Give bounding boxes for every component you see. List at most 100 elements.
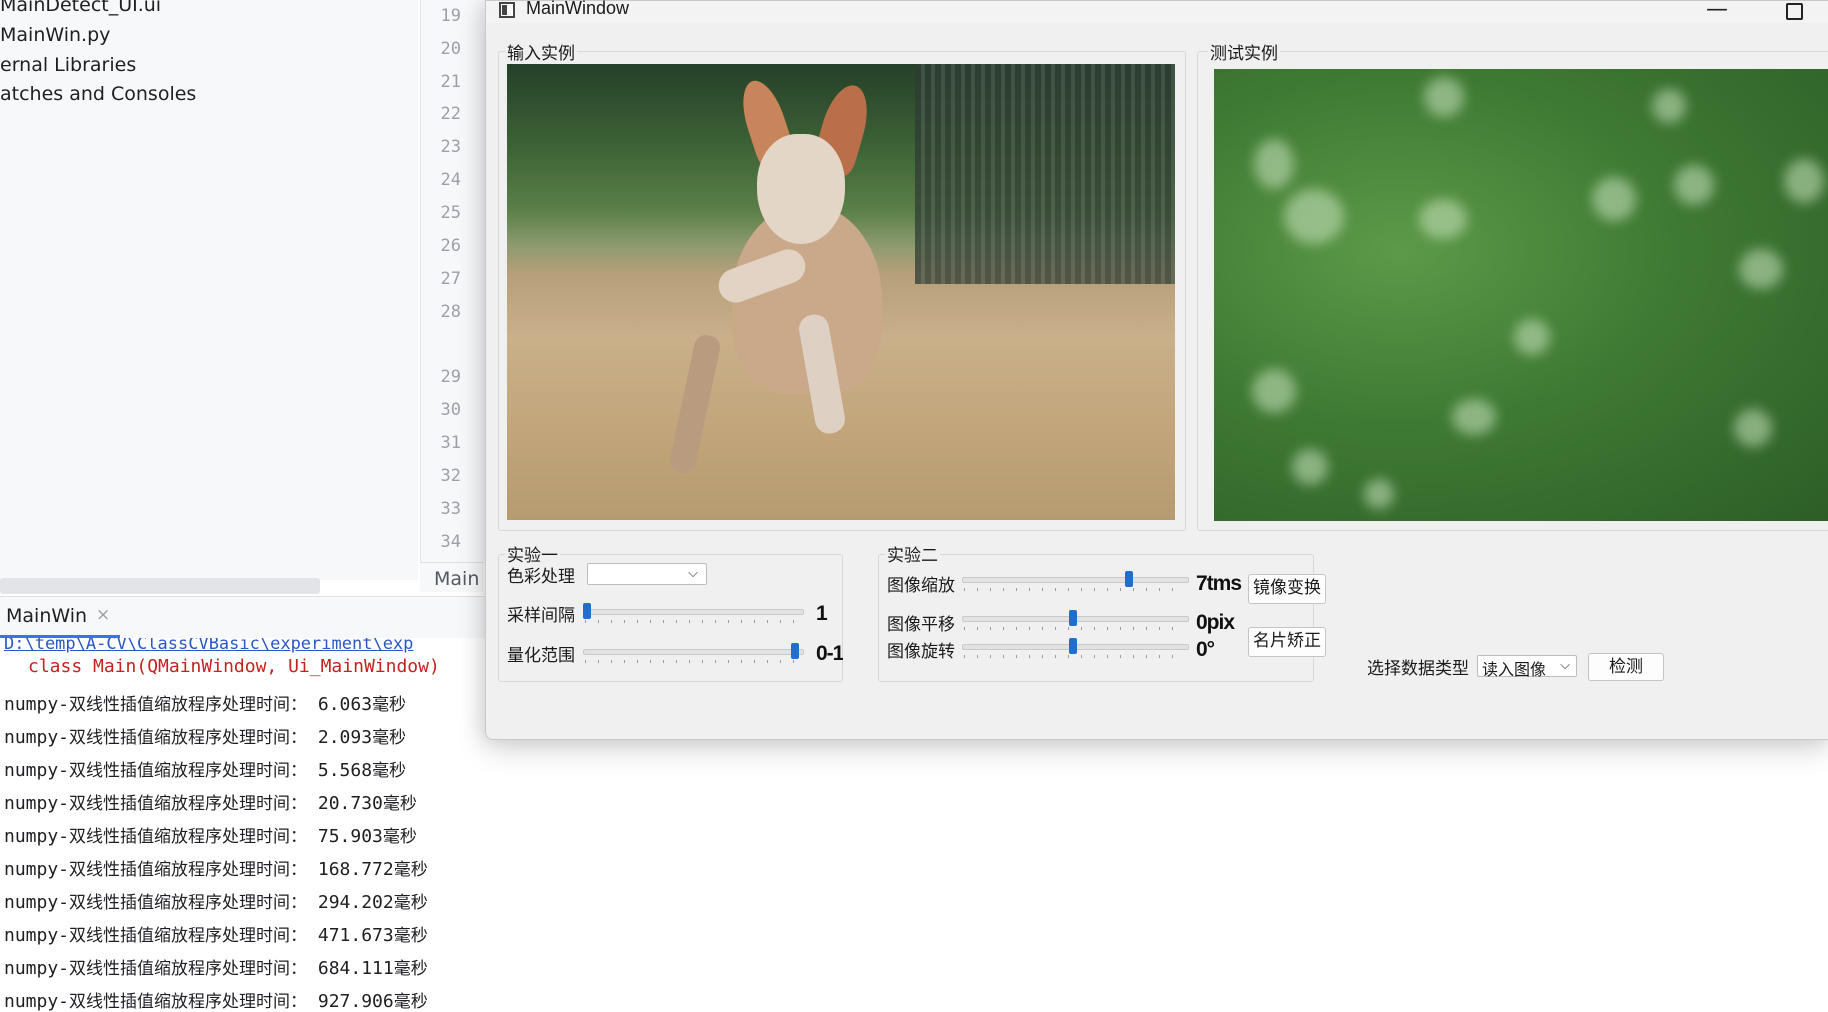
- mirror-transform-button[interactable]: 镜像变换: [1248, 574, 1326, 604]
- scale-slider-ticks: [964, 588, 1185, 591]
- scale-value: 7tms: [1196, 572, 1242, 595]
- editor-breadcrumb[interactable]: Main: [420, 562, 484, 592]
- log-timing-value: 20.730: [307, 793, 383, 814]
- console-error-line: class Main(QMainWindow, Ui_MainWindow): [28, 656, 440, 677]
- log-prefix: numpy-: [4, 793, 70, 814]
- rotate-slider-handle[interactable]: [1069, 638, 1077, 654]
- log-timing-value: 294.202: [307, 892, 394, 913]
- log-unit: 毫秒: [372, 761, 407, 781]
- sampling-slider-ticks: [585, 620, 800, 623]
- line-number: 27: [440, 269, 461, 289]
- log-timing-value: 6.063: [307, 694, 373, 715]
- translate-slider-handle[interactable]: [1069, 610, 1077, 626]
- log-prefix: numpy-: [4, 826, 70, 847]
- line-number: 30: [440, 400, 461, 420]
- log-unit: 毫秒: [393, 926, 428, 946]
- input-image: [507, 64, 1175, 520]
- line-number: 28: [440, 302, 461, 322]
- close-icon[interactable]: ×: [96, 605, 110, 625]
- maximize-icon[interactable]: [1786, 3, 1803, 20]
- line-number: 26: [440, 236, 461, 256]
- card-correction-button[interactable]: 名片矫正: [1248, 627, 1326, 657]
- line-number: 29: [440, 367, 461, 387]
- log-label: 双线性插值缩放程序处理时间：: [69, 926, 308, 946]
- run-tab-mainwin[interactable]: MainWin: [6, 605, 87, 627]
- log-prefix: numpy-: [4, 727, 70, 748]
- scale-slider-track[interactable]: [962, 577, 1189, 583]
- console-log-line: numpy-双线性插值缩放程序处理时间： 75.903毫秒: [4, 822, 417, 847]
- log-timing-value: 75.903: [307, 826, 383, 847]
- log-prefix: numpy-: [4, 991, 70, 1012]
- log-unit: 毫秒: [382, 827, 417, 847]
- log-label: 双线性插值缩放程序处理时间：: [69, 860, 308, 880]
- chevron-down-icon: ⌵: [1560, 658, 1570, 673]
- tree-item-mainwin-py[interactable]: MainWin.py: [0, 24, 110, 46]
- window-title: MainWindow: [526, 0, 630, 18]
- tree-item-ui-file[interactable]: MainDetect_UI.ui: [0, 0, 161, 16]
- sampling-slider-track[interactable]: [583, 609, 804, 615]
- log-label: 双线性插值缩放程序处理时间：: [69, 695, 308, 715]
- line-number: 25: [440, 203, 461, 223]
- log-timing-value: 5.568: [307, 760, 373, 781]
- line-number: 19: [440, 6, 461, 26]
- quantization-slider-handle[interactable]: [791, 643, 799, 659]
- log-label: 双线性插值缩放程序处理时间：: [69, 893, 308, 913]
- app-window-icon: [499, 2, 515, 18]
- sampling-slider-handle[interactable]: [583, 603, 591, 619]
- console-path-link[interactable]: D:\temp\A-CV\ClassCVBasic\experiment\exp: [4, 638, 413, 654]
- log-unit: 毫秒: [382, 794, 417, 814]
- line-number: 31: [440, 433, 461, 453]
- log-prefix: numpy-: [4, 694, 70, 715]
- console-log-line: numpy-双线性插值缩放程序处理时间： 168.772毫秒: [4, 855, 428, 880]
- log-unit: 毫秒: [393, 992, 428, 1012]
- console-log-line: numpy-双线性插值缩放程序处理时间： 927.906毫秒: [4, 987, 428, 1012]
- data-type-select[interactable]: 读入图像 ⌵: [1477, 655, 1577, 679]
- horizontal-scrollbar[interactable]: [0, 578, 320, 594]
- run-console: D:\temp\A-CV\ClassCVBasic\experiment\exp…: [0, 638, 490, 1012]
- tree-item-scratches-consoles[interactable]: atches and Consoles: [0, 83, 196, 105]
- log-prefix: numpy-: [4, 760, 70, 781]
- translate-value: 0pix: [1196, 611, 1235, 634]
- translate-slider-ticks: [964, 627, 1185, 630]
- scale-slider-handle[interactable]: [1124, 571, 1133, 587]
- line-number: 34: [440, 532, 461, 552]
- log-timing-value: 684.111: [307, 958, 394, 979]
- title-bar[interactable]: MainWindow —: [486, 0, 1828, 23]
- log-timing-value: 2.093: [307, 727, 373, 748]
- line-number: 24: [440, 170, 461, 190]
- log-unit: 毫秒: [393, 893, 428, 913]
- console-log-line: numpy-双线性插值缩放程序处理时间： 471.673毫秒: [4, 921, 428, 946]
- log-timing-value: 471.673: [307, 925, 394, 946]
- image-scale-label: 图像缩放: [887, 576, 955, 596]
- log-timing-value: 927.906: [307, 991, 394, 1012]
- quantization-slider-track[interactable]: [583, 649, 804, 655]
- log-label: 双线性插值缩放程序处理时间：: [69, 959, 308, 979]
- console-log-line: numpy-双线性插值缩放程序处理时间： 294.202毫秒: [4, 888, 428, 913]
- log-prefix: numpy-: [4, 925, 70, 946]
- log-label: 双线性插值缩放程序处理时间：: [69, 827, 308, 847]
- log-label: 双线性插值缩放程序处理时间：: [69, 761, 308, 781]
- log-unit: 毫秒: [393, 959, 428, 979]
- log-prefix: numpy-: [4, 958, 70, 979]
- sampling-interval-label: 采样间隔: [507, 606, 575, 626]
- image-translate-label: 图像平移: [887, 615, 955, 635]
- project-tree: MainDetect_UI.ui MainWin.py ernal Librar…: [0, 0, 418, 580]
- test-example-title: 测试实例: [1208, 39, 1280, 64]
- console-log-line: numpy-双线性插值缩放程序处理时间： 684.111毫秒: [4, 954, 428, 979]
- detect-button[interactable]: 检测: [1588, 653, 1664, 681]
- color-process-select[interactable]: ⌵: [587, 563, 707, 585]
- log-label: 双线性插值缩放程序处理时间：: [69, 728, 308, 748]
- minimize-icon[interactable]: —: [1706, 0, 1728, 22]
- console-log-line: numpy-双线性插值缩放程序处理时间： 6.063毫秒: [4, 690, 406, 715]
- input-example-title: 输入实例: [505, 39, 577, 64]
- line-number-gutter: 19 20 21 22 23 24 25 26 27 28 29 30 31 3…: [420, 0, 485, 562]
- log-prefix: numpy-: [4, 859, 70, 880]
- line-number: 22: [440, 104, 461, 124]
- tree-item-external-libraries[interactable]: ernal Libraries: [0, 54, 136, 76]
- log-unit: 毫秒: [393, 860, 428, 880]
- log-prefix: numpy-: [4, 892, 70, 913]
- line-number: 33: [440, 499, 461, 519]
- sampling-value: 1: [816, 602, 828, 625]
- image-rotate-label: 图像旋转: [887, 642, 955, 662]
- log-unit: 毫秒: [372, 728, 407, 748]
